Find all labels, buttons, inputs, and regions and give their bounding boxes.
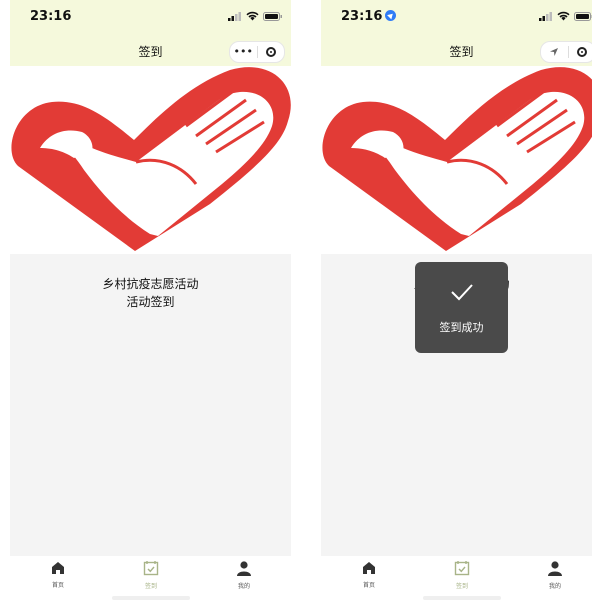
status-bar: 23:16 <box>10 0 291 38</box>
user-icon <box>237 561 251 576</box>
user-icon <box>548 561 562 576</box>
wifi-icon <box>246 11 259 21</box>
close-target-icon <box>265 47 276 57</box>
nav-bar: 签到 <box>321 38 592 66</box>
more-menu-button[interactable]: ••• <box>230 42 257 62</box>
tab-profile[interactable]: 我的 <box>535 560 575 590</box>
tab-profile-label: 我的 <box>548 583 561 590</box>
signal-icon <box>228 11 241 21</box>
nav-bar: 签到 ••• <box>10 38 291 66</box>
heart-hand-logo-icon <box>11 67 291 251</box>
tab-home-label: 首页 <box>362 582 375 589</box>
event-subtitle: 活动签到 <box>126 295 175 309</box>
status-time: 23:16 <box>30 9 72 24</box>
success-toast: 签到成功 <box>415 262 508 353</box>
home-icon <box>363 562 375 574</box>
tab-home[interactable]: 首页 <box>38 560 78 589</box>
navigation-arrow-icon <box>550 48 559 56</box>
close-target-icon <box>576 47 587 57</box>
check-icon <box>451 284 473 301</box>
home-indicator <box>112 596 190 600</box>
battery-icon <box>574 11 592 21</box>
tab-home-label: 首页 <box>51 582 64 589</box>
mini-program-capsule <box>540 41 592 63</box>
tab-checkin-label: 签到 <box>144 583 157 590</box>
close-program-button[interactable] <box>569 47 592 57</box>
status-bar: 23:16 <box>321 0 592 38</box>
heart-hand-logo-icon <box>322 67 592 251</box>
battery-icon <box>263 11 282 21</box>
phone-screen-left: 23:16 签到 ••• 乡村抗疫志愿活动 活动签到 首页 签到 我的 <box>10 0 291 602</box>
close-program-button[interactable] <box>258 47 285 57</box>
tab-checkin[interactable]: 签到 <box>442 560 482 590</box>
signal-icon <box>539 11 552 21</box>
banner-image <box>321 66 592 254</box>
toast-message: 签到成功 <box>439 321 484 334</box>
tab-profile-label: 我的 <box>237 583 250 590</box>
wifi-icon <box>557 11 570 21</box>
tab-checkin[interactable]: 签到 <box>131 560 171 590</box>
home-icon <box>52 562 64 574</box>
tab-checkin-label: 签到 <box>455 583 468 590</box>
tab-profile[interactable]: 我的 <box>224 560 264 590</box>
tab-home[interactable]: 首页 <box>349 560 389 589</box>
status-time: 23:16 <box>341 9 397 24</box>
calendar-check-icon <box>143 561 159 576</box>
banner-image <box>10 66 291 254</box>
home-indicator <box>423 596 501 600</box>
calendar-check-icon <box>454 561 470 576</box>
location-icon <box>385 10 397 21</box>
content-area: 乡村抗疫志愿活动 活动签到 <box>10 254 291 556</box>
event-title: 乡村抗疫志愿活动 <box>102 277 199 291</box>
phone-screen-right: 23:16 签到 签到成功 首页 签到 我的 <box>321 0 592 602</box>
location-menu-button[interactable] <box>541 42 568 62</box>
mini-program-capsule: ••• <box>229 41 285 63</box>
